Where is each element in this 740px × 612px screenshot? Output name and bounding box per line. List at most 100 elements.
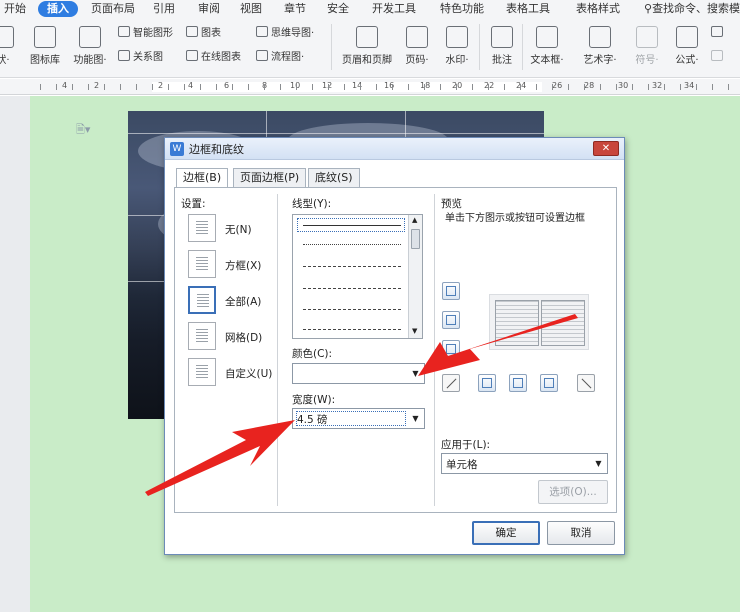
ruler-tick bbox=[296, 84, 297, 90]
ok-button[interactable]: 确定 bbox=[472, 521, 540, 545]
menu-security[interactable]: 安全 bbox=[327, 1, 349, 17]
linestyle-dotted[interactable] bbox=[303, 244, 401, 245]
setting-custom-icon[interactable] bbox=[188, 358, 216, 386]
width-dropdown[interactable]: 4.5 磅 ▼ bbox=[292, 408, 425, 429]
ruler-tick bbox=[664, 84, 665, 90]
textbox-button[interactable]: 文本框· bbox=[528, 26, 566, 66]
first-letter-icon bbox=[711, 50, 723, 61]
ruler-number: 4 bbox=[62, 81, 68, 90]
ruler-tick bbox=[344, 84, 345, 90]
page-number-button[interactable]: 页码· bbox=[400, 26, 434, 66]
menu-chapter[interactable]: 章节 bbox=[284, 1, 306, 17]
setting-none-label[interactable]: 无(N) bbox=[225, 222, 252, 237]
preview-area[interactable] bbox=[489, 294, 589, 350]
menu-start[interactable]: 开始 bbox=[4, 1, 26, 17]
date-button[interactable] bbox=[711, 26, 726, 42]
menu-special[interactable]: 特色功能 bbox=[440, 1, 484, 17]
setting-all-icon[interactable] bbox=[188, 286, 216, 314]
horizontal-ruler[interactable]: 42246810121416182022242628303234 bbox=[0, 79, 740, 95]
linestyle-list[interactable]: ▲ ▼ bbox=[292, 214, 423, 339]
scroll-down-icon[interactable]: ▼ bbox=[412, 327, 417, 335]
linestyle-dash-dot[interactable] bbox=[303, 309, 401, 310]
linestyle-dash-dot-dot[interactable] bbox=[303, 329, 401, 330]
ruler-number: 2 bbox=[158, 81, 164, 90]
menu-table-tools[interactable]: 表格工具 bbox=[506, 1, 550, 17]
menu-developer[interactable]: 开发工具 bbox=[372, 1, 416, 17]
linestyle-scrollbar[interactable]: ▲ ▼ bbox=[408, 215, 422, 338]
ruler-tick bbox=[120, 84, 121, 90]
watermark-button[interactable]: 水印· bbox=[440, 26, 474, 66]
setting-grid-icon[interactable] bbox=[188, 322, 216, 350]
word-art-button[interactable]: 艺术字· bbox=[578, 26, 622, 66]
border-left-button[interactable] bbox=[478, 374, 496, 392]
icon-library-icon bbox=[34, 26, 56, 48]
setting-custom-label[interactable]: 自定义(U) bbox=[225, 366, 272, 381]
settings-label: 设置: bbox=[181, 198, 206, 210]
flowchart-label: 流程图· bbox=[271, 52, 305, 63]
panel-divider bbox=[277, 194, 278, 506]
menu-insert[interactable]: 插入 bbox=[38, 1, 78, 17]
ruler-tick bbox=[456, 84, 457, 90]
header-footer-label: 页眉和页脚 bbox=[342, 55, 392, 66]
diagonal-down-button[interactable] bbox=[442, 374, 460, 392]
smart-art-button[interactable]: 智能图形 bbox=[118, 26, 173, 42]
online-chart-button[interactable]: 在线图表 bbox=[186, 50, 241, 66]
menu-references[interactable]: 引用 bbox=[153, 1, 175, 17]
tab-page-borders[interactable]: 页面边框(P) bbox=[233, 168, 307, 187]
relation-chart-icon bbox=[118, 50, 130, 61]
ruler-tick bbox=[248, 84, 249, 90]
linestyle-dashed[interactable] bbox=[303, 266, 401, 267]
scroll-up-icon[interactable]: ▲ bbox=[412, 216, 417, 224]
header-footer-button[interactable]: 页眉和页脚 bbox=[338, 26, 396, 66]
comment-icon bbox=[491, 26, 513, 48]
linestyle-solid[interactable] bbox=[303, 225, 401, 226]
menu-view[interactable]: 视图 bbox=[240, 1, 262, 17]
border-center-button[interactable] bbox=[509, 374, 527, 392]
formula-button[interactable]: 公式· bbox=[670, 26, 704, 66]
symbol-button[interactable]: 符号· bbox=[630, 26, 664, 66]
setting-box-label[interactable]: 方框(X) bbox=[225, 258, 261, 273]
menu-review[interactable]: 审阅 bbox=[198, 1, 220, 17]
border-top-button[interactable] bbox=[442, 282, 460, 300]
first-letter-button[interactable] bbox=[711, 50, 726, 66]
setting-all-label[interactable]: 全部(A) bbox=[225, 294, 261, 309]
scrollbar-thumb[interactable] bbox=[411, 229, 420, 249]
tab-shading[interactable]: 底纹(S) bbox=[308, 168, 360, 187]
search-command[interactable]: ⚲查找命令、搜索模 bbox=[644, 1, 740, 17]
border-right-icon bbox=[544, 378, 554, 388]
linestyle-long-dash[interactable] bbox=[303, 288, 401, 289]
ruler-number: 26 bbox=[552, 81, 563, 90]
menu-page-layout[interactable]: 页面布局 bbox=[91, 1, 135, 17]
chart-label: 图表 bbox=[201, 28, 221, 39]
setting-none-icon[interactable] bbox=[188, 214, 216, 242]
cancel-button[interactable]: 取消 bbox=[547, 521, 615, 545]
setting-box-icon[interactable] bbox=[188, 250, 216, 278]
diagonal-up-button[interactable] bbox=[577, 374, 595, 392]
page-indicator-icon[interactable]: 🗎▾ bbox=[76, 121, 90, 140]
icon-library-button[interactable]: 图标库 bbox=[26, 26, 64, 66]
apply-to-dropdown[interactable]: 单元格 ▼ bbox=[441, 453, 608, 474]
ruler-number: 32 bbox=[652, 81, 663, 90]
icon-library-label: 图标库 bbox=[30, 55, 60, 66]
comment-button[interactable]: 批注 bbox=[487, 26, 517, 66]
dialog-titlebar[interactable]: W 边框和底纹 ✕ bbox=[165, 138, 624, 160]
border-middle-button[interactable] bbox=[442, 311, 460, 329]
relation-chart-button[interactable]: 关系图 bbox=[118, 50, 163, 66]
function-chart-label: 功能图· bbox=[73, 55, 107, 66]
border-bottom-button[interactable] bbox=[442, 340, 460, 358]
color-dropdown[interactable]: ▼ bbox=[292, 363, 425, 384]
tab-borders[interactable]: 边框(B) bbox=[176, 168, 229, 188]
chart-button[interactable]: 图表 bbox=[186, 26, 221, 42]
close-button[interactable]: ✕ bbox=[593, 141, 619, 156]
setting-grid-label[interactable]: 网格(D) bbox=[225, 330, 262, 345]
function-chart-button[interactable]: 功能图· bbox=[68, 26, 112, 66]
options-button[interactable]: 选项(O)... bbox=[538, 480, 608, 504]
ruler-tick bbox=[568, 84, 569, 90]
date-icon bbox=[711, 26, 723, 37]
shapes-button[interactable]: 状· bbox=[0, 26, 18, 66]
flowchart-button[interactable]: 流程图· bbox=[256, 50, 304, 66]
mind-map-button[interactable]: 思维导图· bbox=[256, 26, 314, 42]
width-label: 宽度(W): bbox=[292, 394, 336, 406]
menu-table-style[interactable]: 表格样式 bbox=[576, 1, 620, 17]
border-right-button[interactable] bbox=[540, 374, 558, 392]
